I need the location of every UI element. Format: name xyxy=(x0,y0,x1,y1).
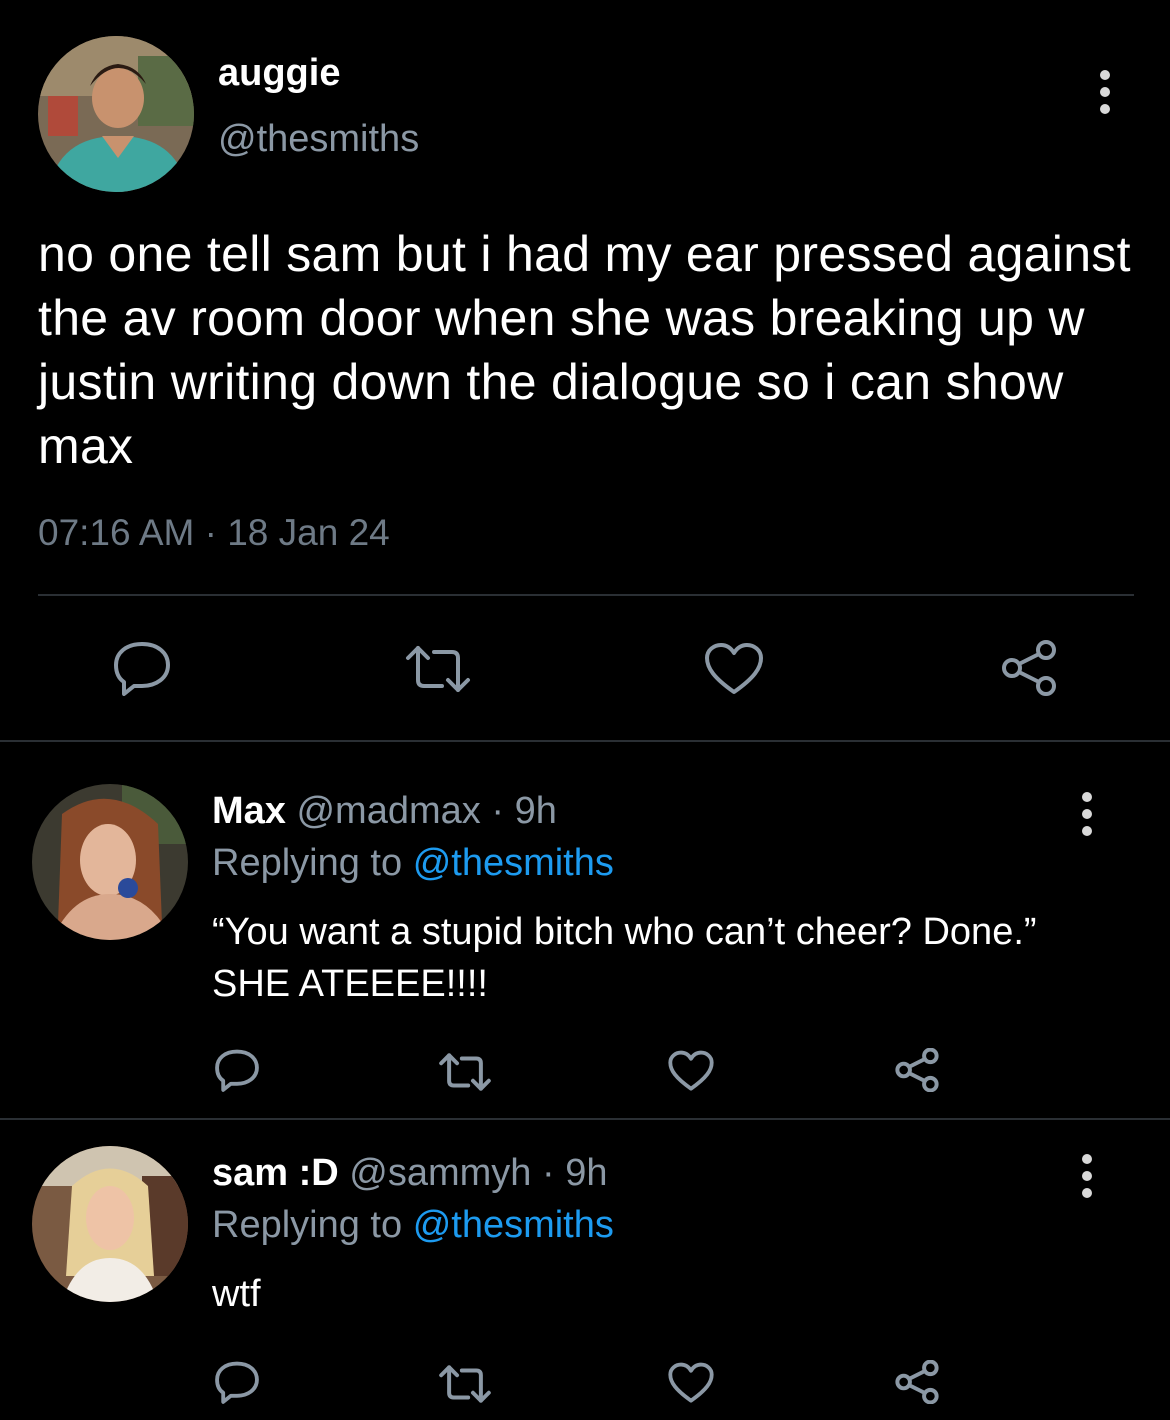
more-options-icon[interactable] xyxy=(1082,1154,1094,1205)
tweet-text: no one tell sam but i had my ear pressed… xyxy=(38,226,1131,474)
reply-age: 9h xyxy=(565,1152,608,1194)
reply-icon[interactable] xyxy=(214,1360,260,1404)
reply-author-name[interactable]: Max xyxy=(212,790,286,832)
retweet-icon[interactable] xyxy=(404,644,472,694)
tweet-timestamp: 07:16 AM · 18 Jan 24 xyxy=(38,512,390,553)
share-icon[interactable] xyxy=(894,1048,940,1092)
like-icon[interactable] xyxy=(668,1362,714,1404)
replying-to-label: Replying to xyxy=(212,842,403,884)
like-icon[interactable] xyxy=(704,642,764,696)
reply-age: 9h xyxy=(514,790,557,832)
author-name[interactable]: auggie xyxy=(218,52,340,95)
like-icon[interactable] xyxy=(668,1050,714,1092)
replying-to: Replying to @thesmiths xyxy=(212,1204,614,1247)
separator: · xyxy=(542,1152,555,1194)
share-icon[interactable] xyxy=(1000,640,1058,696)
reply-avatar[interactable] xyxy=(32,784,188,940)
retweet-icon[interactable] xyxy=(438,1052,492,1092)
reply-text: wtf xyxy=(212,1273,261,1315)
reply-author-name[interactable]: sam :D xyxy=(212,1152,339,1194)
replying-to-link[interactable]: @thesmiths xyxy=(413,842,614,884)
replying-to-link[interactable]: @thesmiths xyxy=(413,1204,614,1246)
author-handle[interactable]: @thesmiths xyxy=(218,118,419,161)
replying-to: Replying to @thesmiths xyxy=(212,842,614,885)
reply-author-handle[interactable]: @sammyh xyxy=(349,1152,531,1194)
replying-to-label: Replying to xyxy=(212,1204,403,1246)
reply-icon[interactable] xyxy=(214,1048,260,1092)
divider xyxy=(0,1118,1170,1120)
reply-author-handle[interactable]: @madmax xyxy=(296,790,480,832)
divider xyxy=(38,594,1134,596)
divider xyxy=(0,740,1170,742)
reply-header: Max @madmax · 9h xyxy=(212,790,557,833)
retweet-icon[interactable] xyxy=(438,1364,492,1404)
more-options-icon[interactable] xyxy=(1100,70,1112,121)
reply-icon[interactable] xyxy=(112,640,172,696)
reply-text: “You want a stupid bitch who can’t cheer… xyxy=(212,911,1037,1005)
separator: · xyxy=(491,790,504,832)
author-avatar[interactable] xyxy=(38,36,194,192)
share-icon[interactable] xyxy=(894,1360,940,1404)
reply-header: sam :D @sammyh · 9h xyxy=(212,1152,608,1195)
more-options-icon[interactable] xyxy=(1082,792,1094,843)
reply-avatar[interactable] xyxy=(32,1146,188,1302)
